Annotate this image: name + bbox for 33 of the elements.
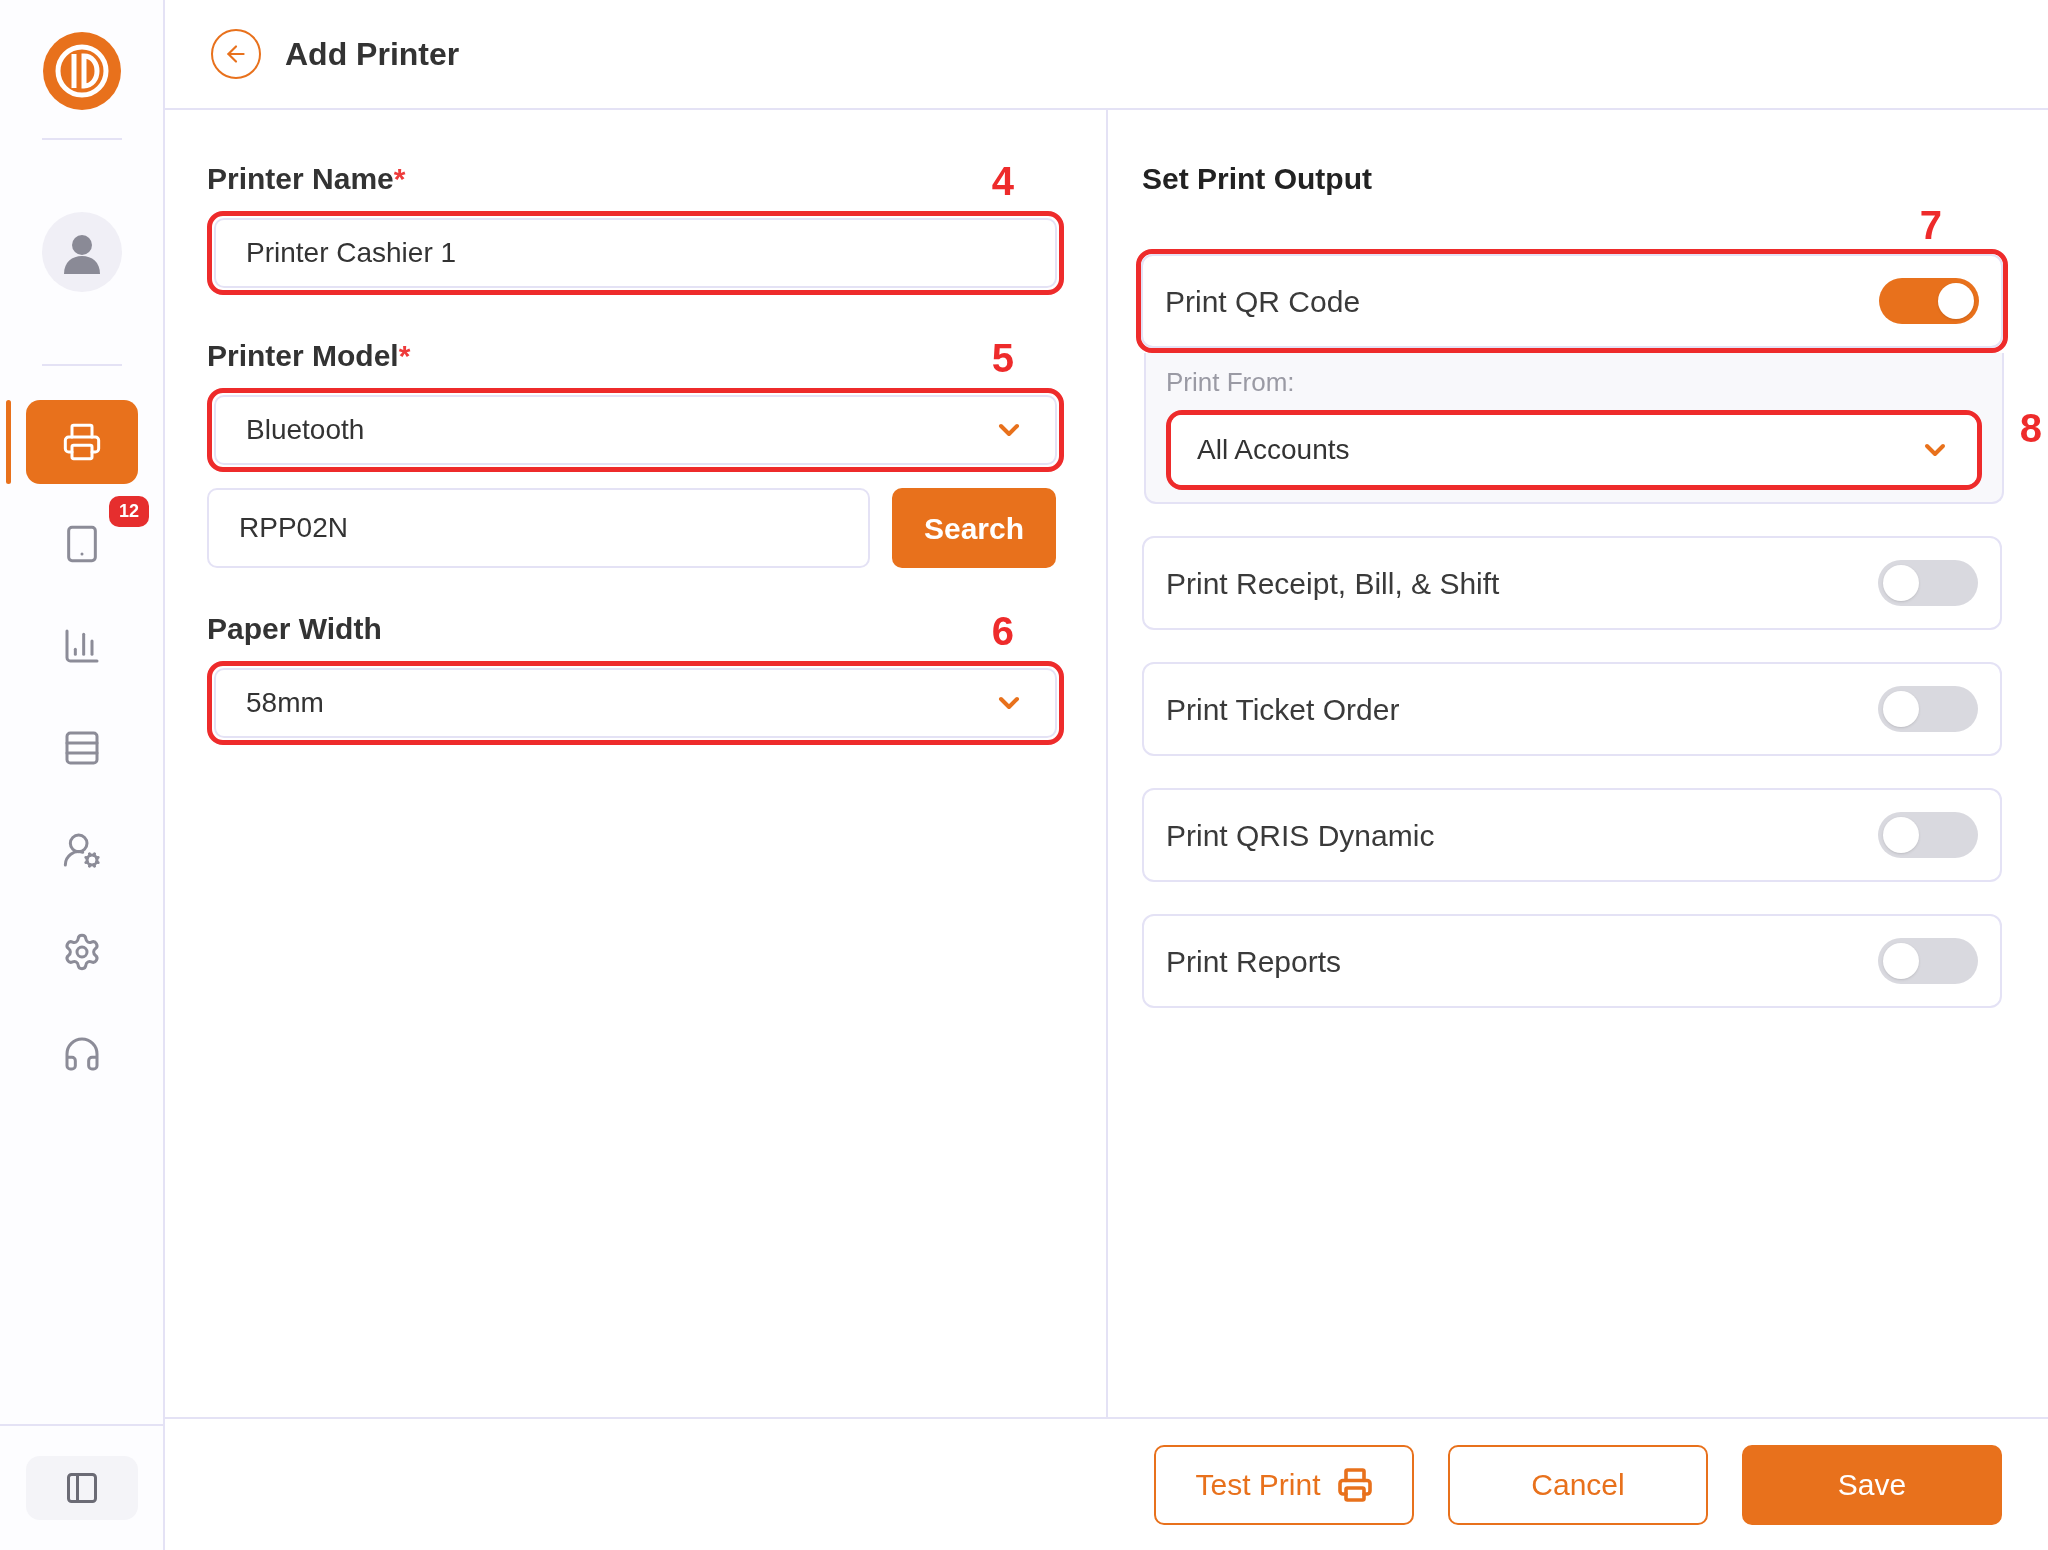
option-label: Print Reports <box>1166 943 1342 980</box>
field-label: Paper Width <box>207 611 382 647</box>
toggle-switch[interactable] <box>1878 812 1978 858</box>
toggle-switch[interactable] <box>1879 278 1979 324</box>
select-field[interactable]: Bluetooth <box>214 395 1057 465</box>
field-label: Print From: <box>1166 366 1296 399</box>
toggle-switch[interactable] <box>1878 938 1978 984</box>
input-field[interactable]: RPP02N <box>207 488 870 568</box>
printer-icon <box>1336 1466 1373 1503</box>
annotation-number: 7 <box>1919 205 1942 245</box>
section-title: Set Print Output <box>1142 161 1373 197</box>
option-label: Print QRIS Dynamic <box>1166 817 1435 854</box>
option-label: Print QR Code <box>1165 283 1361 320</box>
annotation-number: 4 <box>991 161 1014 201</box>
input-field[interactable]: Printer Cashier 1 <box>214 218 1057 288</box>
option-label: Print Receipt, Bill, & Shift <box>1166 565 1500 602</box>
collapse-sidebar-button[interactable] <box>25 1456 138 1520</box>
select-field[interactable]: 58mm <box>214 668 1057 738</box>
page-title: Add Printer <box>285 35 460 74</box>
printer-icon <box>61 422 102 462</box>
select-field[interactable]: All Accounts <box>1171 415 1977 485</box>
toggle-switch[interactable] <box>1878 560 1978 606</box>
option-label: Print Ticket Order <box>1166 691 1400 728</box>
annotation-number: 8 <box>2019 406 2042 450</box>
sidebar-item[interactable] <box>25 400 138 484</box>
toggle-switch[interactable] <box>1878 686 1978 732</box>
logo-icon <box>42 32 121 110</box>
annotation-number: 6 <box>991 611 1014 651</box>
annotation-number: 5 <box>991 338 1014 378</box>
field-label: Printer Name* <box>207 161 406 197</box>
count-badge: 12 <box>108 496 149 527</box>
field-label: Printer Model* <box>207 338 411 374</box>
back-button[interactable] <box>211 29 261 79</box>
